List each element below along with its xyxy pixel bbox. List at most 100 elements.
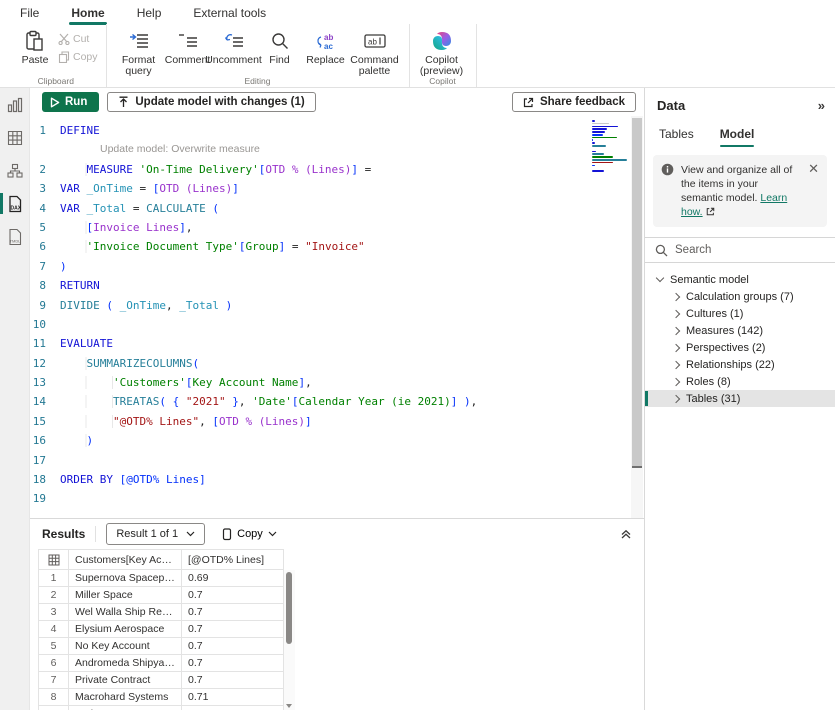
share-feedback-button[interactable]: Share feedback: [512, 92, 636, 112]
run-button[interactable]: Run: [42, 92, 99, 112]
line-number: 18: [30, 470, 60, 489]
main-column: Run Update model with changes (1) Share …: [30, 88, 644, 710]
tree-item-tables-31[interactable]: Tables (31): [645, 390, 835, 407]
report-view-icon: [7, 97, 23, 113]
line-number: 2: [30, 160, 60, 179]
line-number: 19: [30, 489, 60, 508]
result-selector-dropdown[interactable]: Result 1 of 1: [106, 523, 205, 545]
replace-button[interactable]: abacReplace: [303, 27, 349, 66]
uncomment-button[interactable]: Uncomment: [211, 27, 257, 66]
tab-tables[interactable]: Tables: [659, 127, 694, 147]
tree-item-roles-8[interactable]: Roles (8): [645, 373, 835, 390]
rail-item-tmdl-view[interactable]: TMDL: [0, 220, 30, 253]
results-row[interactable]: 4Elysium Aerospace0.7: [39, 621, 284, 638]
chevron-right-icon[interactable]: [672, 360, 680, 368]
command-palette-button[interactable]: abCommand palette: [349, 27, 401, 77]
data-panel: Data » Tables Model View and organize al…: [644, 88, 835, 710]
chevron-down-icon[interactable]: [656, 274, 664, 282]
chevron-right-icon[interactable]: [672, 292, 680, 300]
line-number: 7: [30, 257, 60, 276]
results-row[interactable]: 6Andromeda Shipyards0.7: [39, 655, 284, 672]
results-col-header: Customers[Key Account...: [69, 550, 182, 570]
chevron-right-icon[interactable]: [672, 309, 680, 317]
update-model-button[interactable]: Update model with changes (1): [107, 92, 315, 112]
tab-model[interactable]: Model: [720, 127, 755, 147]
data-panel-tabs: Tables Model: [645, 119, 835, 147]
results-row[interactable]: 1Supernova Spaceparts0.69: [39, 570, 284, 587]
copy-results-button[interactable]: Copy: [215, 523, 283, 545]
ribbon: File Home Help External tools PasteCut Copy C…: [0, 0, 835, 88]
tree-item-calculation-groups-7[interactable]: Calculation groups (7): [645, 288, 835, 305]
dax-query-view-icon: DAX: [7, 195, 23, 213]
comment-button[interactable]: Comment: [165, 27, 211, 66]
collapse-results-icon[interactable]: [620, 528, 632, 540]
search-input[interactable]: [675, 244, 805, 256]
search-icon: [655, 244, 668, 257]
editor-scrollbar[interactable]: [631, 116, 643, 518]
find-button[interactable]: Find: [257, 27, 303, 66]
grid-icon: [39, 550, 69, 570]
chevron-right-icon[interactable]: [672, 343, 680, 351]
results-row[interactable]: 5No Key Account0.7: [39, 638, 284, 655]
svg-text:TMDL: TMDL: [10, 238, 22, 243]
copilot-preview--button[interactable]: Copilot (preview): [416, 27, 468, 77]
results-table[interactable]: Customers[Key Account... [@OTD% Lines] 1…: [38, 549, 284, 710]
code-line: 16 ): [30, 431, 644, 450]
rail-item-model-view[interactable]: [0, 154, 30, 187]
svg-text:DAX: DAX: [11, 205, 22, 211]
line-number: 8: [30, 276, 60, 295]
results-row[interactable]: 2Miller Space0.7: [39, 587, 284, 604]
results-scrollbar-thumb[interactable]: [286, 572, 292, 644]
close-icon[interactable]: ✕: [808, 163, 819, 219]
code-line: 13 'Customers'[Key Account Name],: [30, 373, 644, 392]
cut-icon: [58, 33, 70, 45]
chevron-down-icon: [186, 531, 195, 537]
chevron-right-icon[interactable]: [672, 394, 680, 402]
results-panel: Results Result 1 of 1 Copy: [30, 518, 644, 710]
external-link-icon[interactable]: [706, 207, 715, 216]
results-scrollbar[interactable]: [284, 570, 295, 710]
ribbon-tab-external-tools[interactable]: External tools: [191, 4, 268, 24]
tree-root-semantic-model[interactable]: Semantic model: [645, 271, 835, 288]
results-col-header: [@OTD% Lines]: [182, 550, 284, 570]
dax-code-editor[interactable]: 1DEFINEUpdate model: Overwrite measure2 …: [30, 116, 644, 518]
tree-item-measures-142[interactable]: Measures (142): [645, 322, 835, 339]
replace-icon: abac: [316, 29, 336, 53]
tree-item-relationships-22[interactable]: Relationships (22): [645, 356, 835, 373]
line-number: 10: [30, 315, 60, 334]
results-row[interactable]: 7Private Contract0.7: [39, 672, 284, 689]
rail-item-report-view[interactable]: [0, 88, 30, 121]
line-number: 4: [30, 199, 60, 218]
scroll-down-icon[interactable]: [286, 704, 292, 708]
collapse-panel-icon[interactable]: »: [818, 98, 825, 113]
format-query-button[interactable]: Format query: [113, 27, 165, 77]
line-number: 16: [30, 431, 60, 450]
copy-button-label: Copy: [237, 528, 263, 540]
editor-minimap[interactable]: [592, 120, 628, 176]
chevron-right-icon[interactable]: [672, 377, 680, 385]
rail-item-table-view[interactable]: [0, 121, 30, 154]
code-line: 12 SUMMARIZECOLUMNS(: [30, 354, 644, 373]
ribbon-tab-home[interactable]: Home: [69, 4, 106, 24]
copy-button[interactable]: Copy: [58, 49, 98, 64]
code-line: 11EVALUATE: [30, 334, 644, 353]
tree-root-label: Semantic model: [670, 274, 749, 286]
results-row[interactable]: 3Wel Walla Ship Repair0.7: [39, 604, 284, 621]
tree-item-perspectives-2[interactable]: Perspectives (2): [645, 339, 835, 356]
rail-item-dax-query-view[interactable]: DAX: [0, 187, 30, 220]
svg-text:ab: ab: [324, 33, 333, 42]
ribbon-group-copilot: Copilot (preview)Copilot: [410, 24, 477, 87]
ribbon-tab-help[interactable]: Help: [135, 4, 164, 24]
ribbon-tab-file[interactable]: File: [18, 4, 41, 24]
paste-button[interactable]: Paste: [12, 27, 58, 66]
editor-scrollbar-thumb[interactable]: [632, 118, 642, 468]
code-line: 18ORDER BY [@OTD% Lines]: [30, 470, 644, 489]
tmdl-view-icon: TMDL: [7, 228, 23, 246]
tree-item-cultures-1[interactable]: Cultures (1): [645, 305, 835, 322]
line-number: 1: [30, 121, 60, 140]
code-lens[interactable]: Update model: Overwrite measure: [30, 140, 644, 159]
chevron-right-icon[interactable]: [672, 326, 680, 334]
results-row[interactable]: 9Aminu Kano Navy0.71: [39, 706, 284, 710]
results-row[interactable]: 8Macrohard Systems0.71: [39, 689, 284, 706]
cut-button[interactable]: Cut: [58, 31, 98, 46]
